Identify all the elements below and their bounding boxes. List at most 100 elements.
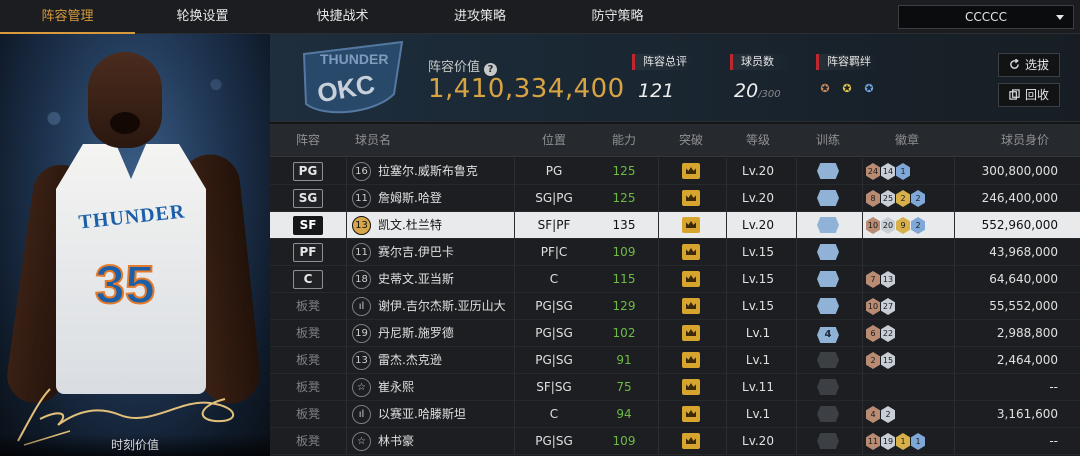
chemistry-group-icon[interactable]: ✪ [816, 80, 834, 98]
training-cell[interactable] [798, 212, 858, 239]
training-icon[interactable] [817, 298, 839, 314]
table-row[interactable]: C 18 史蒂文.亚当斯 C 115 Lv.15 7 13 64,640,000 [270, 266, 1080, 293]
training-icon[interactable] [817, 190, 839, 206]
breakthrough-cell[interactable] [660, 212, 722, 239]
slot-cell[interactable]: SF [270, 212, 346, 239]
training-icon[interactable] [817, 406, 839, 422]
badge-icon[interactable]: 14 [881, 163, 895, 180]
training-cell[interactable] [798, 428, 858, 455]
chemistry-star-icon[interactable]: ✪ [838, 80, 856, 98]
training-cell[interactable] [798, 158, 858, 185]
table-row[interactable]: PG 16 拉塞尔.威斯布鲁克 PG 125 Lv.20 24 14 1 300,8… [270, 158, 1080, 185]
training-icon[interactable] [817, 379, 839, 395]
table-row[interactable]: 板凳 ☆ 崔永熙 SF|SG 75 Lv.11 -- [270, 374, 1080, 401]
training-cell[interactable]: 4 [798, 320, 858, 347]
badge-icon[interactable]: 27 [881, 298, 895, 315]
tab-rotation[interactable]: 轮换设置 [135, 0, 270, 34]
badge-icon[interactable]: 2 [911, 190, 925, 207]
table-row[interactable]: 板凳 ☆ 林书豪 PG|SG 109 Lv.20 11 19 1 1 -- [270, 428, 1080, 455]
badge-icon[interactable]: 7 [866, 271, 880, 288]
badge-icon[interactable]: 2 [911, 217, 925, 234]
tab-offense[interactable]: 进攻策略 [415, 0, 545, 34]
slot-cell[interactable]: 板凳 [270, 401, 346, 428]
player-name[interactable]: 丹尼斯.施罗德 [378, 320, 454, 347]
tab-lineup[interactable]: 阵容管理 [0, 0, 135, 34]
player-name[interactable]: 詹姆斯.哈登 [378, 185, 442, 212]
training-cell[interactable] [798, 185, 858, 212]
player-name[interactable]: 谢伊.吉尔杰斯.亚历山大 [378, 293, 506, 320]
badge-icon[interactable]: 2 [881, 406, 895, 423]
table-row[interactable]: SF 13 凯文.杜兰特 SF|PF 135 Lv.20 10 20 9 2 552,… [270, 212, 1080, 239]
player-name[interactable]: 凯文.杜兰特 [378, 212, 442, 239]
select-button[interactable]: 选拔 [998, 53, 1060, 77]
training-icon[interactable] [817, 244, 839, 260]
slot-cell[interactable]: 板凳 [270, 320, 346, 347]
player-name[interactable]: 史蒂文.亚当斯 [378, 266, 454, 293]
slot-cell[interactable]: PG [270, 158, 346, 185]
player-name[interactable]: 以赛亚.哈滕斯坦 [378, 401, 466, 428]
training-cell[interactable] [798, 293, 858, 320]
table-row[interactable]: 板凳 13 雷杰.杰克逊 PG|SG 91 Lv.1 2 15 2,464,000 [270, 347, 1080, 374]
slot-cell[interactable]: SG [270, 185, 346, 212]
table-row[interactable]: SG 11 詹姆斯.哈登 SG|PG 125 Lv.20 8 25 2 2 246,4… [270, 185, 1080, 212]
chemistry-team-icon[interactable]: ✪ [860, 80, 878, 98]
slot-cell[interactable]: C [270, 266, 346, 293]
badge-icon[interactable]: 2 [866, 352, 880, 369]
breakthrough-cell[interactable] [660, 266, 722, 293]
slot-cell[interactable]: PF [270, 239, 346, 266]
breakthrough-cell[interactable] [660, 401, 722, 428]
table-row[interactable]: 板凳 19 丹尼斯.施罗德 PG|SG 102 Lv.1 4 6 22 2,988… [270, 320, 1080, 347]
badge-icon[interactable]: 10 [866, 217, 880, 234]
badge-icon[interactable]: 20 [881, 217, 895, 234]
slot-cell[interactable]: 板凳 [270, 293, 346, 320]
player-name[interactable]: 拉塞尔.威斯布鲁克 [378, 158, 478, 185]
player-name[interactable]: 林书豪 [378, 428, 414, 455]
return-button[interactable]: 回收 [998, 83, 1060, 107]
training-cell[interactable] [798, 239, 858, 266]
player-name[interactable]: 赛尔吉.伊巴卡 [378, 239, 454, 266]
breakthrough-cell[interactable] [660, 158, 722, 185]
training-icon[interactable]: 4 [817, 327, 839, 343]
training-icon[interactable] [817, 163, 839, 179]
slot-cell[interactable]: 板凳 [270, 347, 346, 374]
breakthrough-cell[interactable] [660, 320, 722, 347]
training-icon[interactable] [817, 352, 839, 368]
badge-icon[interactable]: 15 [881, 352, 895, 369]
player-name[interactable]: 崔永熙 [378, 374, 414, 401]
badge-icon[interactable]: 4 [866, 406, 880, 423]
badge-icon[interactable]: 1 [911, 433, 925, 450]
breakthrough-cell[interactable] [660, 185, 722, 212]
badge-icon[interactable]: 2 [896, 190, 910, 207]
table-row[interactable]: 板凳 ıl 以赛亚.哈滕斯坦 C 94 Lv.1 42 3,161,600 [270, 401, 1080, 428]
breakthrough-cell[interactable] [660, 239, 722, 266]
training-icon[interactable] [817, 271, 839, 287]
badge-icon[interactable]: 8 [866, 190, 880, 207]
badge-icon[interactable]: 11 [866, 433, 880, 450]
badge-icon[interactable]: 10 [866, 298, 880, 315]
training-cell[interactable] [798, 266, 858, 293]
training-icon[interactable] [817, 217, 839, 233]
table-row[interactable]: PF 11 赛尔吉.伊巴卡 PF|C 109 Lv.15 43,968,000 [270, 239, 1080, 266]
table-row[interactable]: 板凳 ıl 谢伊.吉尔杰斯.亚历山大 PG|SG 129 Lv.15 10 27 … [270, 293, 1080, 320]
player-name[interactable]: 雷杰.杰克逊 [378, 347, 442, 374]
badge-icon[interactable]: 22 [881, 325, 895, 342]
training-icon[interactable] [817, 433, 839, 449]
badge-icon[interactable]: 25 [881, 190, 895, 207]
badge-icon[interactable]: 13 [881, 271, 895, 288]
training-cell[interactable] [798, 374, 858, 401]
team-select[interactable]: CCCCC [898, 5, 1074, 29]
breakthrough-cell[interactable] [660, 374, 722, 401]
breakthrough-cell[interactable] [660, 347, 722, 374]
badge-icon[interactable]: 24 [866, 163, 880, 180]
slot-cell[interactable]: 板凳 [270, 374, 346, 401]
badge-icon[interactable]: 1 [896, 433, 910, 450]
tab-defense[interactable]: 防守策略 [545, 0, 690, 34]
badge-icon[interactable]: 19 [881, 433, 895, 450]
tab-quick-tactics[interactable]: 快捷战术 [270, 0, 415, 34]
breakthrough-cell[interactable] [660, 428, 722, 455]
breakthrough-cell[interactable] [660, 293, 722, 320]
badge-icon[interactable]: 1 [896, 163, 910, 180]
training-cell[interactable] [798, 347, 858, 374]
training-cell[interactable] [798, 401, 858, 428]
badge-icon[interactable]: 6 [866, 325, 880, 342]
